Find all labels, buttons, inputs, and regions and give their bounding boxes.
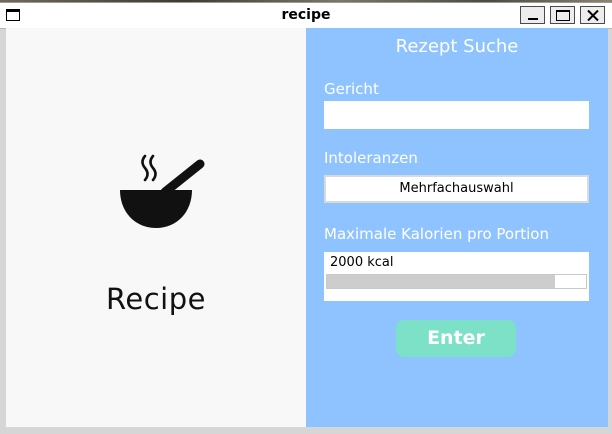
calories-slider-fill — [327, 275, 555, 288]
logo-panel: Recipe — [6, 28, 306, 427]
minimize-icon — [528, 18, 538, 20]
brand-wordmark: Recipe — [106, 282, 206, 316]
calories-label: Maximale Kalorien pro Portion — [324, 225, 549, 243]
minimize-button[interactable] — [520, 6, 545, 24]
maximize-button[interactable] — [550, 6, 575, 24]
close-icon — [587, 10, 599, 21]
bowl-with-spoon-icon — [120, 154, 205, 228]
intolerance-label: Intoleranzen — [324, 149, 418, 167]
maximize-icon — [556, 10, 570, 21]
title-bar[interactable]: recipe — [0, 3, 612, 29]
close-button[interactable] — [580, 6, 605, 24]
calories-slider[interactable] — [326, 274, 587, 289]
calories-value: 2000 kcal — [330, 255, 394, 270]
calories-control: 2000 kcal — [324, 252, 589, 301]
dish-input[interactable] — [324, 101, 589, 129]
form-title: Rezept Suche — [395, 36, 519, 57]
recipe-search-form: Rezept Suche Gericht Intoleranzen Mehrfa… — [306, 28, 608, 427]
dish-label: Gericht — [324, 80, 379, 98]
enter-button[interactable]: Enter — [396, 320, 516, 357]
intolerance-multiselect[interactable]: Mehrfachauswahl — [324, 175, 589, 203]
